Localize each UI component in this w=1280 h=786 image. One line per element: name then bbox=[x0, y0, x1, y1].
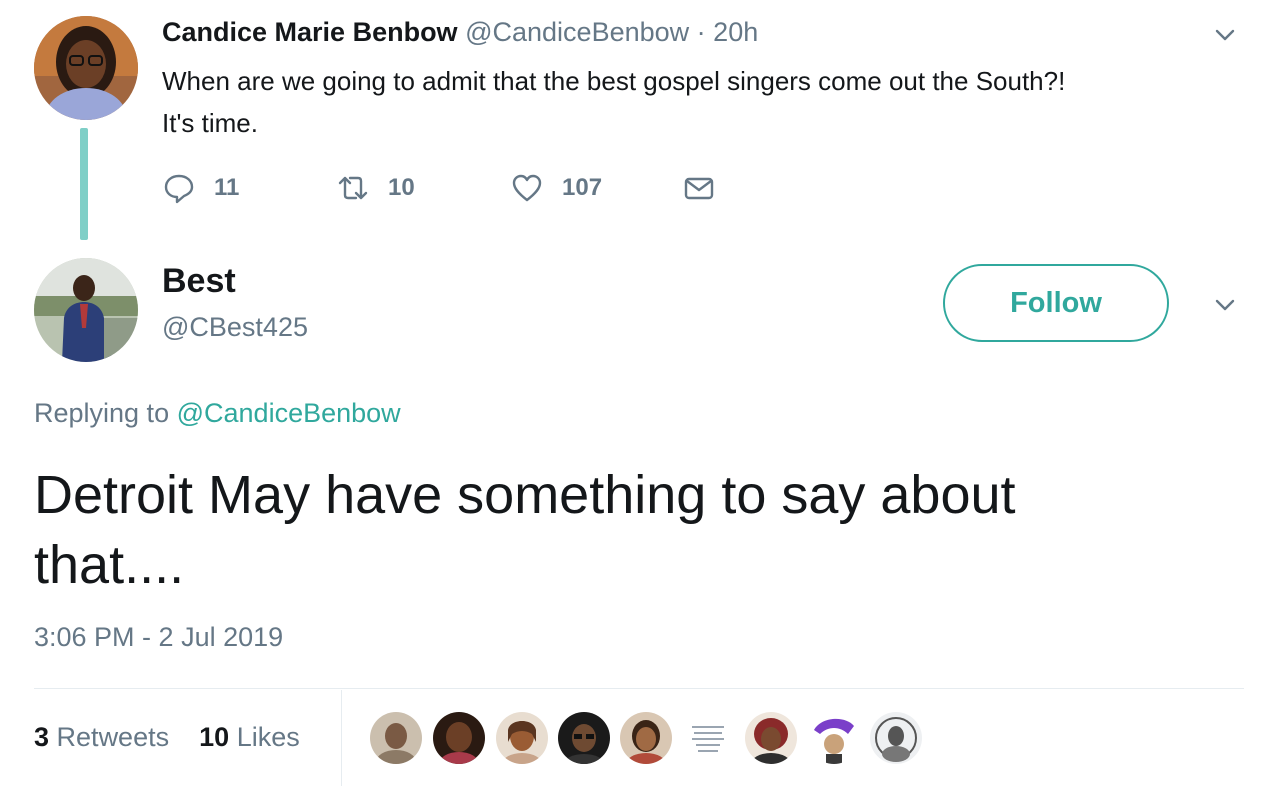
reply-tweet-text-line: Detroit May have something to say about bbox=[34, 465, 1016, 525]
parent-tweet-text: When are we going to admit that the best… bbox=[162, 60, 1242, 144]
replying-to-prefix: Replying to bbox=[34, 398, 170, 428]
liker-avatar[interactable] bbox=[870, 712, 922, 764]
reply-tweet-text-line: that.... bbox=[34, 535, 185, 595]
tweet-timestamp[interactable]: 3:06 PM - 2 Jul 2019 bbox=[34, 622, 283, 653]
divider bbox=[34, 688, 1244, 689]
parent-tweet-text-line: It's time. bbox=[162, 108, 258, 138]
parent-more-chevron-down-icon[interactable] bbox=[1210, 20, 1240, 50]
replying-to-handle-link[interactable]: @CandiceBenbow bbox=[177, 398, 401, 428]
retweets-stat[interactable]: 3 Retweets bbox=[34, 722, 169, 752]
liker-avatar[interactable] bbox=[558, 712, 610, 764]
reply-icon bbox=[164, 174, 194, 204]
reply-author-name[interactable]: Best bbox=[162, 262, 236, 301]
liker-avatar[interactable] bbox=[745, 712, 797, 764]
reply-tweet-text: Detroit May have something to say about … bbox=[34, 460, 1234, 600]
dm-action[interactable] bbox=[682, 168, 716, 208]
liker-avatar[interactable] bbox=[370, 712, 422, 764]
liker-avatar[interactable] bbox=[808, 712, 860, 764]
like-count: 107 bbox=[562, 174, 603, 201]
reply-author-avatar[interactable] bbox=[34, 258, 138, 362]
liker-avatar[interactable] bbox=[620, 712, 672, 764]
parent-author-handle[interactable]: @CandiceBenbow bbox=[465, 17, 689, 47]
retweet-action[interactable]: 10 bbox=[336, 168, 415, 208]
follow-button[interactable]: Follow bbox=[943, 264, 1169, 342]
header-separator: · bbox=[696, 17, 706, 47]
liker-avatar[interactable] bbox=[433, 712, 485, 764]
parent-tweet-text-line: When are we going to admit that the best… bbox=[162, 66, 1066, 96]
reply-action[interactable]: 11 bbox=[162, 168, 239, 208]
reply-author-handle[interactable]: @CBest425 bbox=[162, 312, 308, 343]
liker-avatar[interactable] bbox=[682, 712, 734, 764]
heart-icon bbox=[512, 174, 542, 202]
like-action[interactable]: 107 bbox=[510, 168, 602, 208]
retweet-icon bbox=[338, 176, 368, 200]
likes-stat[interactable]: 10 Likes bbox=[199, 722, 300, 752]
envelope-icon bbox=[684, 177, 714, 200]
parent-author-avatar[interactable] bbox=[34, 16, 138, 120]
parent-tweet-header: Candice Marie Benbow @CandiceBenbow · 20… bbox=[162, 17, 758, 48]
tweet-stats: 3 Retweets 10 Likes bbox=[34, 722, 300, 753]
retweets-count: 3 bbox=[34, 722, 50, 752]
replying-to: Replying to @CandiceBenbow bbox=[34, 398, 401, 429]
parent-author-name[interactable]: Candice Marie Benbow bbox=[162, 17, 458, 47]
parent-tweet-time[interactable]: 20h bbox=[713, 17, 758, 47]
retweets-label: Retweets bbox=[56, 722, 170, 752]
likes-count: 10 bbox=[199, 722, 230, 752]
thread-connector-line bbox=[80, 128, 88, 240]
reply-more-chevron-down-icon[interactable] bbox=[1210, 290, 1240, 320]
retweet-count: 10 bbox=[388, 174, 415, 201]
reply-count: 11 bbox=[214, 174, 240, 201]
liker-avatar[interactable] bbox=[496, 712, 548, 764]
likes-label: Likes bbox=[236, 722, 300, 752]
divider bbox=[341, 690, 342, 786]
